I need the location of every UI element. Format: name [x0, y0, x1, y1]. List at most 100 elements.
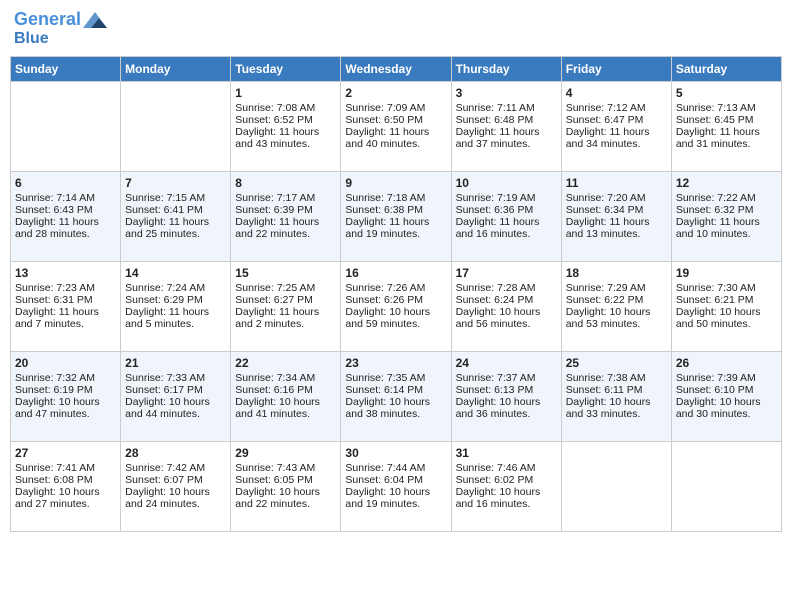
calendar-cell: 19Sunrise: 7:30 AMSunset: 6:21 PMDayligh… [671, 261, 781, 351]
day-info: Daylight: 11 hours and 43 minutes. [235, 126, 336, 150]
calendar-cell: 6Sunrise: 7:14 AMSunset: 6:43 PMDaylight… [11, 171, 121, 261]
calendar-cell: 18Sunrise: 7:29 AMSunset: 6:22 PMDayligh… [561, 261, 671, 351]
day-info: Sunrise: 7:38 AM [566, 372, 667, 384]
weekday-header-friday: Friday [561, 56, 671, 81]
calendar-cell: 30Sunrise: 7:44 AMSunset: 6:04 PMDayligh… [341, 441, 451, 531]
day-number: 12 [676, 176, 777, 190]
day-info: Daylight: 10 hours and 22 minutes. [235, 486, 336, 510]
day-info: Daylight: 11 hours and 34 minutes. [566, 126, 667, 150]
logo: General Blue [14, 10, 107, 48]
calendar-table: SundayMondayTuesdayWednesdayThursdayFrid… [10, 56, 782, 532]
day-info: Sunset: 6:45 PM [676, 114, 777, 126]
day-info: Daylight: 11 hours and 22 minutes. [235, 216, 336, 240]
page-header: General Blue [10, 10, 782, 48]
day-info: Sunset: 6:36 PM [456, 204, 557, 216]
day-number: 16 [345, 266, 446, 280]
calendar-cell: 23Sunrise: 7:35 AMSunset: 6:14 PMDayligh… [341, 351, 451, 441]
day-info: Sunset: 6:31 PM [15, 294, 116, 306]
weekday-header-row: SundayMondayTuesdayWednesdayThursdayFrid… [11, 56, 782, 81]
day-number: 20 [15, 356, 116, 370]
calendar-cell: 4Sunrise: 7:12 AMSunset: 6:47 PMDaylight… [561, 81, 671, 171]
logo-icon [83, 12, 107, 28]
day-number: 30 [345, 446, 446, 460]
day-number: 10 [456, 176, 557, 190]
day-number: 9 [345, 176, 446, 190]
day-info: Sunset: 6:48 PM [456, 114, 557, 126]
day-info: Daylight: 10 hours and 16 minutes. [456, 486, 557, 510]
day-number: 4 [566, 86, 667, 100]
day-info: Sunset: 6:39 PM [235, 204, 336, 216]
day-info: Sunset: 6:13 PM [456, 384, 557, 396]
day-number: 18 [566, 266, 667, 280]
weekday-header-sunday: Sunday [11, 56, 121, 81]
day-number: 31 [456, 446, 557, 460]
day-info: Sunrise: 7:44 AM [345, 462, 446, 474]
day-info: Sunrise: 7:17 AM [235, 192, 336, 204]
day-info: Sunset: 6:19 PM [15, 384, 116, 396]
day-number: 11 [566, 176, 667, 190]
weekday-header-tuesday: Tuesday [231, 56, 341, 81]
day-info: Daylight: 10 hours and 41 minutes. [235, 396, 336, 420]
day-number: 6 [15, 176, 116, 190]
day-number: 22 [235, 356, 336, 370]
day-info: Daylight: 11 hours and 19 minutes. [345, 216, 446, 240]
day-info: Sunset: 6:26 PM [345, 294, 446, 306]
day-number: 13 [15, 266, 116, 280]
day-info: Sunrise: 7:33 AM [125, 372, 226, 384]
day-info: Daylight: 10 hours and 36 minutes. [456, 396, 557, 420]
calendar-cell: 16Sunrise: 7:26 AMSunset: 6:26 PMDayligh… [341, 261, 451, 351]
day-info: Daylight: 10 hours and 50 minutes. [676, 306, 777, 330]
day-info: Sunset: 6:43 PM [15, 204, 116, 216]
day-info: Daylight: 10 hours and 53 minutes. [566, 306, 667, 330]
calendar-cell: 10Sunrise: 7:19 AMSunset: 6:36 PMDayligh… [451, 171, 561, 261]
day-info: Sunrise: 7:20 AM [566, 192, 667, 204]
weekday-header-wednesday: Wednesday [341, 56, 451, 81]
calendar-cell: 24Sunrise: 7:37 AMSunset: 6:13 PMDayligh… [451, 351, 561, 441]
day-info: Daylight: 10 hours and 27 minutes. [15, 486, 116, 510]
calendar-week-4: 20Sunrise: 7:32 AMSunset: 6:19 PMDayligh… [11, 351, 782, 441]
calendar-cell: 3Sunrise: 7:11 AMSunset: 6:48 PMDaylight… [451, 81, 561, 171]
day-number: 2 [345, 86, 446, 100]
day-info: Sunset: 6:16 PM [235, 384, 336, 396]
day-info: Sunset: 6:02 PM [456, 474, 557, 486]
day-info: Sunrise: 7:42 AM [125, 462, 226, 474]
day-number: 14 [125, 266, 226, 280]
day-info: Sunrise: 7:39 AM [676, 372, 777, 384]
day-number: 25 [566, 356, 667, 370]
calendar-cell: 11Sunrise: 7:20 AMSunset: 6:34 PMDayligh… [561, 171, 671, 261]
day-info: Daylight: 10 hours and 44 minutes. [125, 396, 226, 420]
logo-blue-text: Blue [14, 30, 49, 47]
day-number: 5 [676, 86, 777, 100]
calendar-cell: 13Sunrise: 7:23 AMSunset: 6:31 PMDayligh… [11, 261, 121, 351]
calendar-cell: 20Sunrise: 7:32 AMSunset: 6:19 PMDayligh… [11, 351, 121, 441]
day-info: Sunrise: 7:18 AM [345, 192, 446, 204]
day-info: Sunset: 6:29 PM [125, 294, 226, 306]
calendar-cell: 28Sunrise: 7:42 AMSunset: 6:07 PMDayligh… [121, 441, 231, 531]
calendar-cell: 12Sunrise: 7:22 AMSunset: 6:32 PMDayligh… [671, 171, 781, 261]
calendar-week-5: 27Sunrise: 7:41 AMSunset: 6:08 PMDayligh… [11, 441, 782, 531]
day-info: Sunrise: 7:34 AM [235, 372, 336, 384]
calendar-cell: 21Sunrise: 7:33 AMSunset: 6:17 PMDayligh… [121, 351, 231, 441]
day-info: Sunset: 6:08 PM [15, 474, 116, 486]
day-info: Sunrise: 7:23 AM [15, 282, 116, 294]
calendar-cell: 22 Sunrise: 7:34 AMSunset: 6:16 PMDayligh… [231, 351, 341, 441]
day-number: 15 [235, 266, 336, 280]
calendar-cell: 8 Sunrise: 7:17 AMSunset: 6:39 PMDaylight… [231, 171, 341, 261]
calendar-cell [121, 81, 231, 171]
day-number: 8 [235, 176, 336, 190]
logo-text: General [14, 10, 81, 30]
day-info: Sunset: 6:14 PM [345, 384, 446, 396]
day-info: Sunset: 6:17 PM [125, 384, 226, 396]
day-info: Daylight: 10 hours and 59 minutes. [345, 306, 446, 330]
day-number: 17 [456, 266, 557, 280]
day-number: 27 [15, 446, 116, 460]
day-info: Sunset: 6:22 PM [566, 294, 667, 306]
day-number: 3 [456, 86, 557, 100]
calendar-cell: 27Sunrise: 7:41 AMSunset: 6:08 PMDayligh… [11, 441, 121, 531]
day-info: Sunset: 6:07 PM [125, 474, 226, 486]
day-info: Sunrise: 7:37 AM [456, 372, 557, 384]
weekday-header-saturday: Saturday [671, 56, 781, 81]
calendar-week-3: 13 Sunrise: 7:23 AMSunset: 6:31 PM Dayligh… [11, 261, 782, 351]
day-number: 23 [345, 356, 446, 370]
calendar-week-1: 1Sunrise: 7:08 AMSunset: 6:52 PMDaylight… [11, 81, 782, 171]
